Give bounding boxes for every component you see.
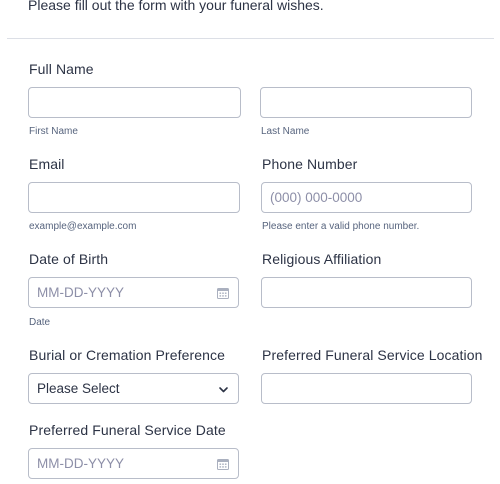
last-name-input[interactable] (260, 87, 472, 118)
dob-label: Date of Birth (29, 251, 109, 267)
calendar-icon[interactable] (217, 287, 229, 299)
phone-placeholder: (000) 000-0000 (270, 190, 363, 205)
phone-label: Phone Number (262, 156, 358, 172)
burial-select[interactable]: Please Select (28, 373, 239, 404)
divider (7, 38, 494, 39)
dob-input[interactable]: MM-DD-YYYY (28, 277, 239, 308)
dob-sublabel: Date (29, 317, 51, 328)
calendar-icon[interactable] (217, 458, 229, 470)
phone-sublabel: Please enter a valid phone number. (262, 221, 420, 232)
burial-selected-value: Please Select (37, 381, 120, 396)
religion-input[interactable] (261, 277, 472, 308)
full-name-label: Full Name (29, 61, 94, 77)
last-name-sublabel: Last Name (261, 126, 310, 137)
location-label: Preferred Funeral Service Location (262, 347, 483, 363)
service-date-placeholder: MM-DD-YYYY (37, 456, 124, 471)
phone-input[interactable]: (000) 000-0000 (261, 182, 472, 213)
burial-label: Burial or Cremation Preference (29, 347, 225, 363)
first-name-input[interactable] (28, 87, 241, 118)
email-input[interactable] (28, 182, 240, 213)
email-label: Email (29, 156, 65, 172)
religion-label: Religious Affiliation (262, 251, 382, 267)
form-intro: Please fill out the form with your funer… (28, 0, 324, 13)
chevron-down-icon (219, 387, 228, 393)
service-date-label: Preferred Funeral Service Date (29, 422, 226, 438)
first-name-sublabel: First Name (29, 126, 78, 137)
service-date-input[interactable]: MM-DD-YYYY (28, 448, 239, 479)
dob-placeholder: MM-DD-YYYY (37, 285, 124, 300)
location-input[interactable] (261, 373, 472, 404)
email-sublabel: example@example.com (29, 221, 137, 232)
